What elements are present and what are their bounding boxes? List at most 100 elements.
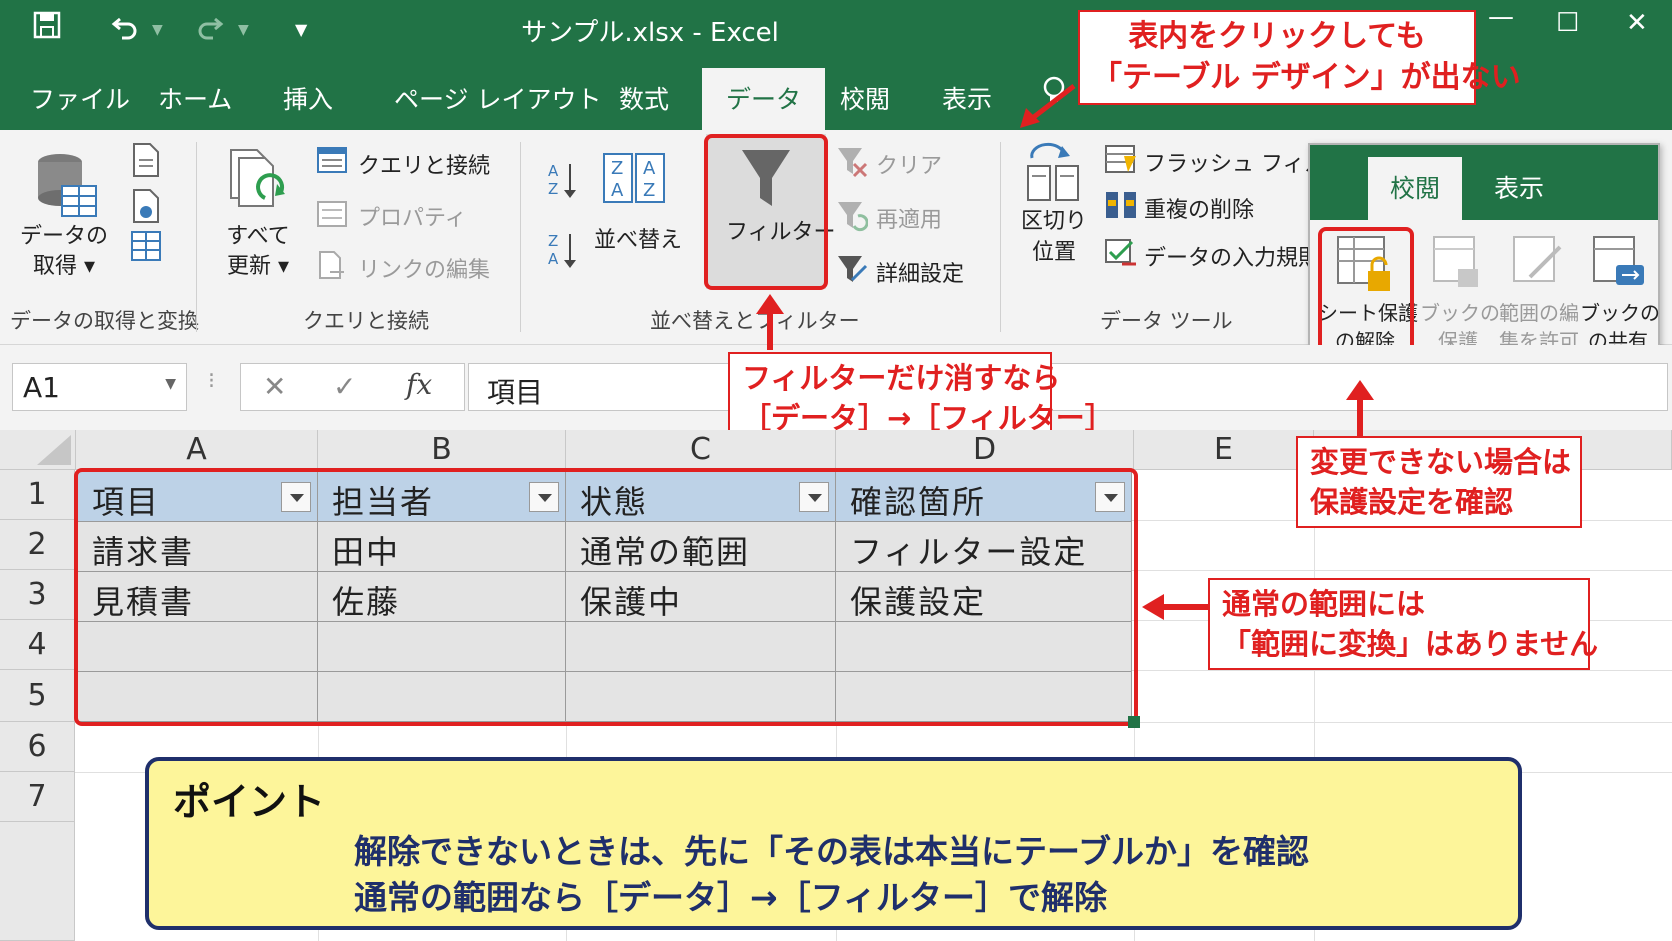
row-header-1[interactable]: 1 bbox=[0, 470, 75, 520]
redo-icon[interactable] bbox=[195, 10, 225, 47]
name-box[interactable]: A1 ▼ bbox=[12, 363, 187, 411]
row-header-2[interactable]: 2 bbox=[0, 520, 75, 570]
refresh-all-icon[interactable] bbox=[225, 148, 287, 218]
group-separator bbox=[196, 142, 197, 332]
clear-filter-icon[interactable] bbox=[836, 146, 868, 178]
point-line-1: 解除できないときは、先に「その表は本当にテーブルか」を確認 bbox=[354, 832, 1310, 871]
group-data-tools: データ ツール bbox=[1100, 309, 1233, 333]
sort-z-to-a-icon[interactable]: Z A bbox=[546, 230, 580, 270]
row-header-4[interactable]: 4 bbox=[0, 620, 75, 670]
properties-icon[interactable] bbox=[316, 200, 348, 228]
group-separator bbox=[520, 142, 521, 332]
popup-tab-review[interactable]: 校閲 bbox=[1368, 157, 1463, 220]
get-data-label-line1: データの bbox=[19, 224, 108, 249]
select-all-button[interactable] bbox=[0, 430, 76, 470]
svg-text:Z: Z bbox=[643, 180, 655, 201]
tab-page-layout[interactable]: ページ レイアウト bbox=[394, 80, 601, 116]
row-header-5[interactable]: 5 bbox=[0, 670, 75, 722]
tab-home[interactable]: ホーム bbox=[158, 80, 232, 116]
text-to-columns-line1: 区切り bbox=[1020, 209, 1087, 234]
callout-protect-line2: 保護設定を確認 bbox=[1310, 485, 1514, 520]
advanced-filter-icon[interactable] bbox=[836, 254, 868, 286]
svg-text:A: A bbox=[643, 158, 656, 179]
queries-connections-button[interactable]: クエリと接続 bbox=[358, 148, 490, 180]
column-header-a[interactable]: A bbox=[76, 430, 318, 470]
flash-fill-icon[interactable] bbox=[1104, 144, 1138, 174]
get-data-icon[interactable] bbox=[30, 148, 100, 220]
tab-view[interactable]: 表示 bbox=[942, 80, 992, 116]
tab-insert[interactable]: 挿入 bbox=[283, 80, 333, 116]
name-box-dropdown-icon[interactable]: ▼ bbox=[165, 376, 176, 392]
undo-dropdown-icon[interactable]: ▼ bbox=[152, 22, 163, 38]
edit-links-icon[interactable] bbox=[316, 250, 348, 280]
popup-tabs: 校閲 表示 bbox=[1310, 145, 1658, 220]
allow-edit-ranges-icon bbox=[1513, 236, 1562, 282]
callout-range-line1: 通常の範囲には bbox=[1222, 587, 1426, 621]
flash-fill-button[interactable]: フラッシュ フィル bbox=[1144, 146, 1327, 178]
row-header-7[interactable]: 7 bbox=[0, 772, 75, 822]
remove-duplicates-icon[interactable] bbox=[1104, 190, 1138, 220]
point-title: ポイント bbox=[173, 780, 326, 824]
close-icon[interactable]: ✕ bbox=[1626, 8, 1648, 38]
tab-data[interactable]: データ bbox=[702, 68, 826, 130]
sort-dialog-icon[interactable]: Z A A Z bbox=[602, 152, 666, 204]
svg-text:Z: Z bbox=[548, 232, 558, 250]
column-header-e[interactable]: E bbox=[1134, 430, 1314, 470]
text-to-columns-icon[interactable] bbox=[1024, 142, 1082, 204]
sort-a-to-z-icon[interactable]: A Z bbox=[546, 160, 580, 200]
from-text-icon[interactable] bbox=[130, 142, 162, 178]
advanced-button[interactable]: 詳細設定 bbox=[876, 256, 964, 288]
maximize-icon[interactable]: ☐ bbox=[1556, 8, 1579, 38]
edit-links-button[interactable]: リンクの編集 bbox=[358, 252, 490, 284]
from-table-icon[interactable] bbox=[130, 230, 162, 262]
tab-formulas[interactable]: 数式 bbox=[619, 80, 669, 116]
row-header-6[interactable]: 6 bbox=[0, 722, 75, 772]
callout-arrow-range bbox=[1142, 594, 1208, 620]
callout-table-design: 表内をクリックしても 「テーブル デザイン」が出ない bbox=[1078, 10, 1521, 105]
minimize-icon[interactable]: — bbox=[1488, 2, 1514, 32]
refresh-all-label-line2: 更新 ▾ bbox=[226, 254, 290, 279]
queries-connections-icon[interactable] bbox=[316, 146, 348, 174]
group-separator bbox=[1000, 142, 1001, 332]
insert-function-icon[interactable]: fx bbox=[406, 368, 432, 401]
point-line-2: 通常の範囲なら［データ］→［フィルター］で解除 bbox=[354, 878, 1107, 917]
refresh-all-button[interactable]: すべて 更新 ▾ bbox=[208, 222, 308, 282]
popup-tab-view[interactable]: 表示 bbox=[1494, 169, 1544, 205]
data-validation-icon[interactable] bbox=[1104, 238, 1138, 268]
from-web-icon[interactable] bbox=[130, 188, 162, 224]
column-header-d[interactable]: D bbox=[836, 430, 1134, 470]
clear-button[interactable]: クリア bbox=[876, 148, 942, 180]
point-box: ポイント 解除できないときは、先に「その表は本当にテーブルか」を確認 通常の範囲… bbox=[145, 757, 1522, 930]
save-icon[interactable] bbox=[32, 10, 62, 47]
window-title: サンプル.xlsx - Excel bbox=[521, 18, 779, 48]
callout-table-design-line2: 「テーブル デザイン」が出ない bbox=[1092, 60, 1521, 96]
name-box-value: A1 bbox=[23, 371, 60, 404]
formula-bar-grip-icon: ⁝ bbox=[208, 369, 215, 394]
undo-icon[interactable] bbox=[110, 10, 140, 47]
share-workbook-icon bbox=[1593, 236, 1644, 285]
customize-qat-icon[interactable]: ▼ bbox=[295, 20, 307, 39]
cancel-icon[interactable]: ✕ bbox=[263, 370, 286, 403]
fill-handle[interactable] bbox=[1128, 716, 1140, 728]
sort-button[interactable]: 並べ替え bbox=[594, 222, 682, 254]
enter-icon[interactable]: ✓ bbox=[333, 370, 356, 403]
table-range-highlight bbox=[74, 468, 1138, 726]
callout-arrow-protect bbox=[1346, 380, 1374, 436]
callout-check-protection: 変更できない場合は 保護設定を確認 bbox=[1296, 436, 1582, 529]
tab-review[interactable]: 校閲 bbox=[840, 80, 890, 116]
tab-file[interactable]: ファイル bbox=[30, 80, 130, 116]
reapply-button[interactable]: 再適用 bbox=[876, 202, 942, 234]
redo-dropdown-icon[interactable]: ▼ bbox=[238, 22, 249, 38]
column-header-c[interactable]: C bbox=[566, 430, 836, 470]
get-data-button[interactable]: データの 取得 ▾ bbox=[18, 222, 110, 282]
svg-text:A: A bbox=[611, 180, 624, 201]
protect-workbook-line1: ブックの bbox=[1420, 301, 1500, 325]
callout-range-line2: 「範囲に変換」はありません bbox=[1222, 627, 1599, 662]
reapply-icon[interactable] bbox=[836, 200, 868, 232]
column-header-b[interactable]: B bbox=[318, 430, 566, 470]
row-header-3[interactable]: 3 bbox=[0, 570, 75, 620]
text-to-columns-button[interactable]: 区切り 位置 bbox=[1014, 206, 1094, 268]
remove-duplicates-button[interactable]: 重複の削除 bbox=[1144, 192, 1254, 224]
row-header-8[interactable] bbox=[0, 822, 75, 941]
properties-button[interactable]: プロパティ bbox=[358, 200, 467, 232]
